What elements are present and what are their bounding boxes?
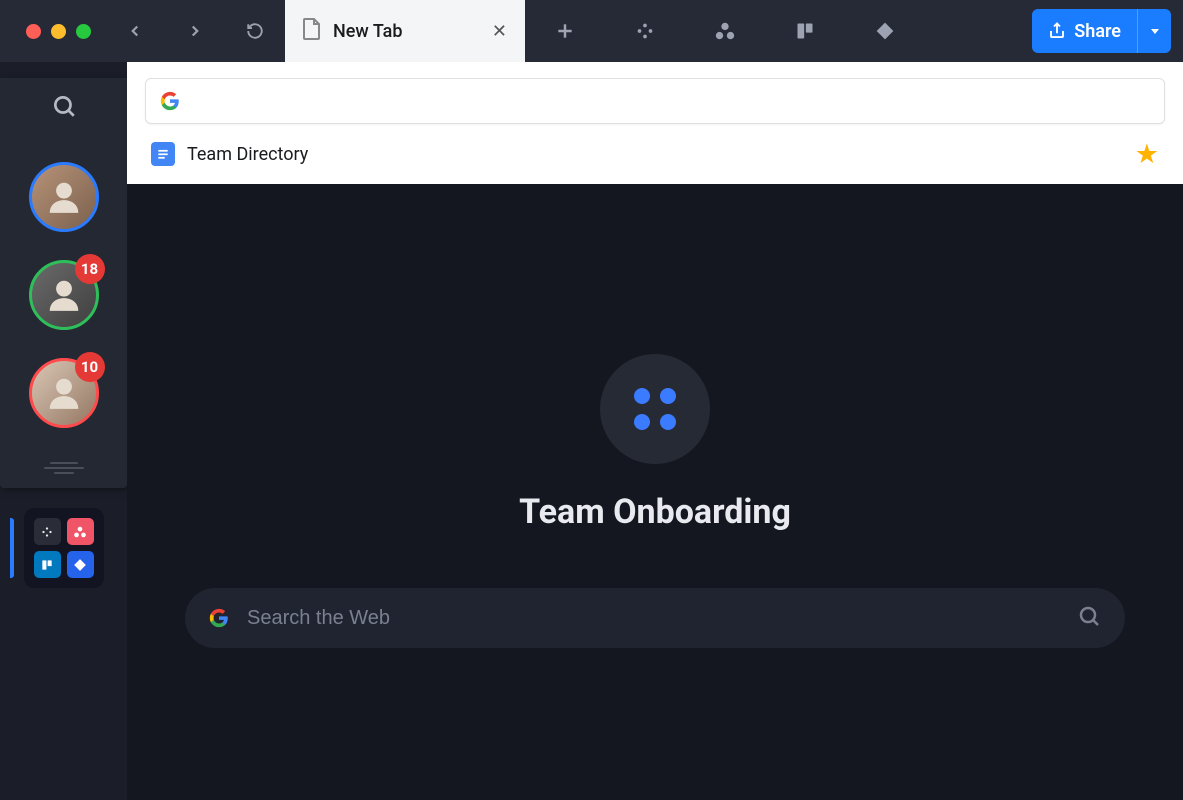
mini-asana-icon xyxy=(67,518,94,545)
bookmark-link[interactable]: Team Directory xyxy=(187,144,308,165)
tab-title: New Tab xyxy=(333,21,402,42)
sidebar-avatar-1[interactable] xyxy=(29,162,99,232)
notification-badge: 18 xyxy=(75,254,105,284)
google-logo-icon xyxy=(160,91,180,111)
address-bar[interactable] xyxy=(145,78,1165,124)
mini-jira-icon xyxy=(67,551,94,578)
sidebar-top-panel: 18 10 xyxy=(0,78,127,488)
address-bookmark-area: Team Directory ★ xyxy=(127,62,1183,184)
sidebar-avatar-2[interactable]: 18 xyxy=(29,260,99,330)
browser-tab[interactable]: New Tab ✕ xyxy=(285,0,525,62)
share-button[interactable]: Share xyxy=(1032,9,1171,53)
window-close-button[interactable] xyxy=(26,24,41,39)
dots-icon xyxy=(634,388,676,430)
share-button-main[interactable]: Share xyxy=(1032,21,1137,42)
web-search-input[interactable] xyxy=(247,607,1059,630)
workspace-title: Team Onboarding xyxy=(519,492,791,532)
web-search-bar[interactable] xyxy=(185,588,1125,648)
mini-slack-icon xyxy=(34,518,61,545)
nav-back-button[interactable] xyxy=(105,0,165,62)
window-controls xyxy=(12,24,105,39)
sidebar-collapse-handle[interactable] xyxy=(44,462,84,474)
tab-close-button[interactable]: ✕ xyxy=(492,21,507,42)
file-icon xyxy=(303,18,321,45)
left-sidebar: 18 10 xyxy=(0,62,127,800)
asana-app-icon[interactable] xyxy=(685,0,765,62)
top-toolbar: New Tab ✕ Share xyxy=(0,0,1183,62)
notification-badge: 10 xyxy=(75,352,105,382)
google-logo-icon xyxy=(209,608,229,628)
window-maximize-button[interactable] xyxy=(76,24,91,39)
share-label: Share xyxy=(1074,21,1121,42)
sidebar-search-button[interactable] xyxy=(0,78,127,134)
jira-app-icon[interactable] xyxy=(845,0,925,62)
avatar-icon xyxy=(29,162,99,232)
content-area: Team Directory ★ Team Onboarding xyxy=(127,62,1183,800)
share-dropdown-button[interactable] xyxy=(1137,9,1171,53)
google-doc-icon xyxy=(151,142,175,166)
bookmark-star-icon[interactable]: ★ xyxy=(1135,138,1159,170)
window-minimize-button[interactable] xyxy=(51,24,66,39)
search-icon[interactable] xyxy=(1077,604,1101,632)
mini-trello-icon xyxy=(34,551,61,578)
nav-forward-button[interactable] xyxy=(165,0,225,62)
workspace-launcher: Team Onboarding xyxy=(127,184,1183,800)
workspace-logo xyxy=(600,354,710,464)
slack-app-icon[interactable] xyxy=(605,0,685,62)
new-tab-button[interactable] xyxy=(525,0,605,62)
workspace-app-grid[interactable] xyxy=(24,508,104,588)
sidebar-avatar-3[interactable]: 10 xyxy=(29,358,99,428)
bookmark-bar: Team Directory ★ xyxy=(145,124,1165,184)
nav-reload-button[interactable] xyxy=(225,0,285,62)
trello-app-icon[interactable] xyxy=(765,0,845,62)
